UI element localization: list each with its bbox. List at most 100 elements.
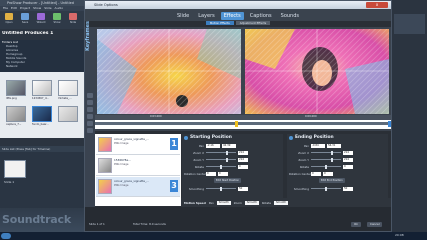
layer-number: 3 — [170, 180, 178, 192]
layer-thumbnail — [98, 137, 112, 152]
media-thumb[interactable] — [6, 106, 26, 122]
motion-speed-label: Motion Speed — [184, 200, 206, 205]
keyframe-button[interactable] — [87, 107, 93, 112]
rotate-speed-label: Rotate — [261, 200, 272, 205]
soundtrack-bar[interactable]: Soundtrack — [0, 208, 84, 232]
folder-icon — [5, 13, 13, 20]
start-pan-y-input[interactable]: 42.39 — [222, 143, 236, 148]
media-thumb[interactable] — [32, 80, 52, 96]
pan-speed-label: Pan — [208, 200, 214, 205]
tab-slide[interactable]: Slide — [174, 12, 192, 20]
end-zoom-y-input[interactable]: 214 — [343, 157, 353, 162]
start-button[interactable] — [1, 233, 11, 239]
keyframe-button[interactable] — [87, 128, 93, 133]
start-zoom-x-input[interactable]: 214 — [238, 150, 248, 155]
zoom-speed-select[interactable]: Smooth — [244, 200, 259, 205]
end-smoothing-slider[interactable] — [311, 186, 341, 191]
tab-captions[interactable]: Captions — [247, 12, 275, 20]
start-preview[interactable] — [97, 29, 241, 114]
timeline-ruler[interactable]: 0:03.000 0:09.000 — [95, 115, 391, 129]
close-button[interactable]: x — [366, 2, 388, 8]
start-zoom-x-row: Zoom X 214 — [184, 150, 248, 155]
start-zoom-y-row: Zoom Y 214 — [184, 157, 248, 162]
open-button[interactable]: Open — [2, 13, 16, 27]
keyframe-marker[interactable] — [235, 121, 238, 127]
keyframe-button[interactable] — [87, 114, 93, 119]
media-label: IMG.png — [6, 97, 17, 100]
start-zoom-y-slider[interactable] — [206, 157, 236, 162]
end-zoom-x-input[interactable]: 214 — [343, 150, 353, 155]
end-preview[interactable] — [245, 29, 389, 114]
start-zoom-y-input[interactable]: 214 — [238, 157, 248, 162]
layer-item[interactable]: 1536678e... PNG Image — [96, 156, 180, 176]
keyframe-button[interactable] — [87, 121, 93, 126]
start-pan-x-input[interactable]: -2.16 — [206, 143, 220, 148]
show-icon — [53, 13, 61, 20]
end-zoom-y-slider[interactable] — [311, 157, 341, 162]
layer-title: colour_grace_vignette_... — [114, 179, 150, 183]
start-rotate-slider[interactable] — [206, 164, 236, 169]
start-zoom-x-slider[interactable] — [206, 150, 236, 155]
media-thumb-selected[interactable] — [32, 106, 52, 122]
start-rotate-row: Rotate 0 — [184, 164, 248, 169]
start-smoothing-input[interactable]: 50 — [238, 186, 248, 191]
ok-button[interactable]: Ok — [351, 222, 361, 227]
end-pan-x-input[interactable]: -0.84 — [311, 143, 325, 148]
start-rotate-input[interactable]: 0 — [238, 164, 248, 169]
slide-thumbnail[interactable] — [4, 160, 26, 178]
save-button[interactable]: Save — [18, 13, 32, 27]
timeline-mid-label: 0:03.000 — [150, 115, 162, 118]
tab-sounds[interactable]: Sounds — [278, 12, 302, 20]
media-thumb[interactable] — [58, 80, 78, 96]
show-button[interactable]: Show — [50, 13, 64, 27]
taskbar: 20:08 — [0, 232, 427, 240]
start-rotation-center-x[interactable]: 0 — [206, 171, 216, 176]
folder-item[interactable]: Network — [0, 64, 84, 68]
end-pan-row: Pan -0.84 56.31 — [289, 143, 341, 148]
motion-speed-bar: Motion Speed Pan Smooth Zoom Smooth Rota… — [181, 198, 391, 207]
keyframes-label: Keyframes — [85, 20, 91, 51]
main-app-window: ProShow Producer - [Untitled] - Untitled… — [0, 0, 84, 232]
pan-speed-select[interactable]: Smooth — [216, 200, 231, 205]
slide-button[interactable]: Slide — [66, 13, 80, 27]
start-smoothing-slider[interactable] — [206, 186, 236, 191]
wizard-button[interactable]: Wizard — [34, 13, 48, 27]
end-rotate-input[interactable]: 0 — [343, 164, 353, 169]
preview-panel — [394, 14, 425, 34]
edit-end-position-button[interactable]: Edit End Position — [319, 178, 345, 183]
clock: 20:08 — [395, 233, 404, 237]
keyframe-button[interactable] — [87, 100, 93, 105]
slide-counter: Slide 1 of 1 — [89, 222, 105, 226]
main-toolbar: Open Save Wizard Show Slide — [0, 11, 84, 29]
tab-motion-effects[interactable]: Motion Effects — [205, 21, 234, 25]
keyframe-button[interactable] — [87, 93, 93, 98]
end-rotation-center-x[interactable]: 0 — [311, 171, 321, 176]
end-rotation-center-y[interactable]: 0 — [323, 171, 333, 176]
start-rotation-center-y[interactable]: 0 — [218, 171, 228, 176]
end-zoom-x-slider[interactable] — [311, 150, 341, 155]
dialog-title: Slide Options — [85, 1, 391, 9]
tab-layers[interactable]: Layers — [195, 12, 218, 20]
layer-item-selected[interactable]: colour_grace_vignette_... PNG Image 3 — [96, 177, 180, 197]
end-preview-image — [245, 29, 389, 114]
media-label: fondo_bear... — [32, 123, 49, 126]
tab-adjustment-effects[interactable]: Adjustment Effects — [235, 21, 271, 25]
end-smoothing-input[interactable]: 50 — [343, 186, 353, 191]
tab-effects[interactable]: Effects — [220, 12, 244, 20]
end-rotate-slider[interactable] — [311, 164, 341, 169]
media-thumb[interactable] — [58, 106, 78, 122]
media-label: 1234567_d... — [32, 97, 49, 100]
layer-item[interactable]: colour_grace_vignette_... PNG Image 1 — [96, 135, 180, 155]
dialog-tabs: Slide Layers Effects Captions Sounds — [85, 9, 391, 21]
end-pan-y-input[interactable]: 56.31 — [327, 143, 341, 148]
keyframe-marker[interactable] — [388, 121, 391, 127]
layer-title: colour_grace_vignette_... — [114, 137, 150, 141]
layer-thumbnail — [98, 179, 112, 194]
media-thumb[interactable] — [6, 80, 26, 96]
edit-start-position-button[interactable]: Edit Start Position — [214, 178, 242, 183]
slide-icon — [69, 13, 77, 20]
start-smoothing-row: Smoothing 50 — [184, 186, 248, 191]
cancel-button[interactable]: Cancel — [367, 222, 383, 227]
rotate-speed-select[interactable]: Smooth — [274, 200, 289, 205]
project-title: Untitled Produces 1 — [2, 31, 54, 36]
